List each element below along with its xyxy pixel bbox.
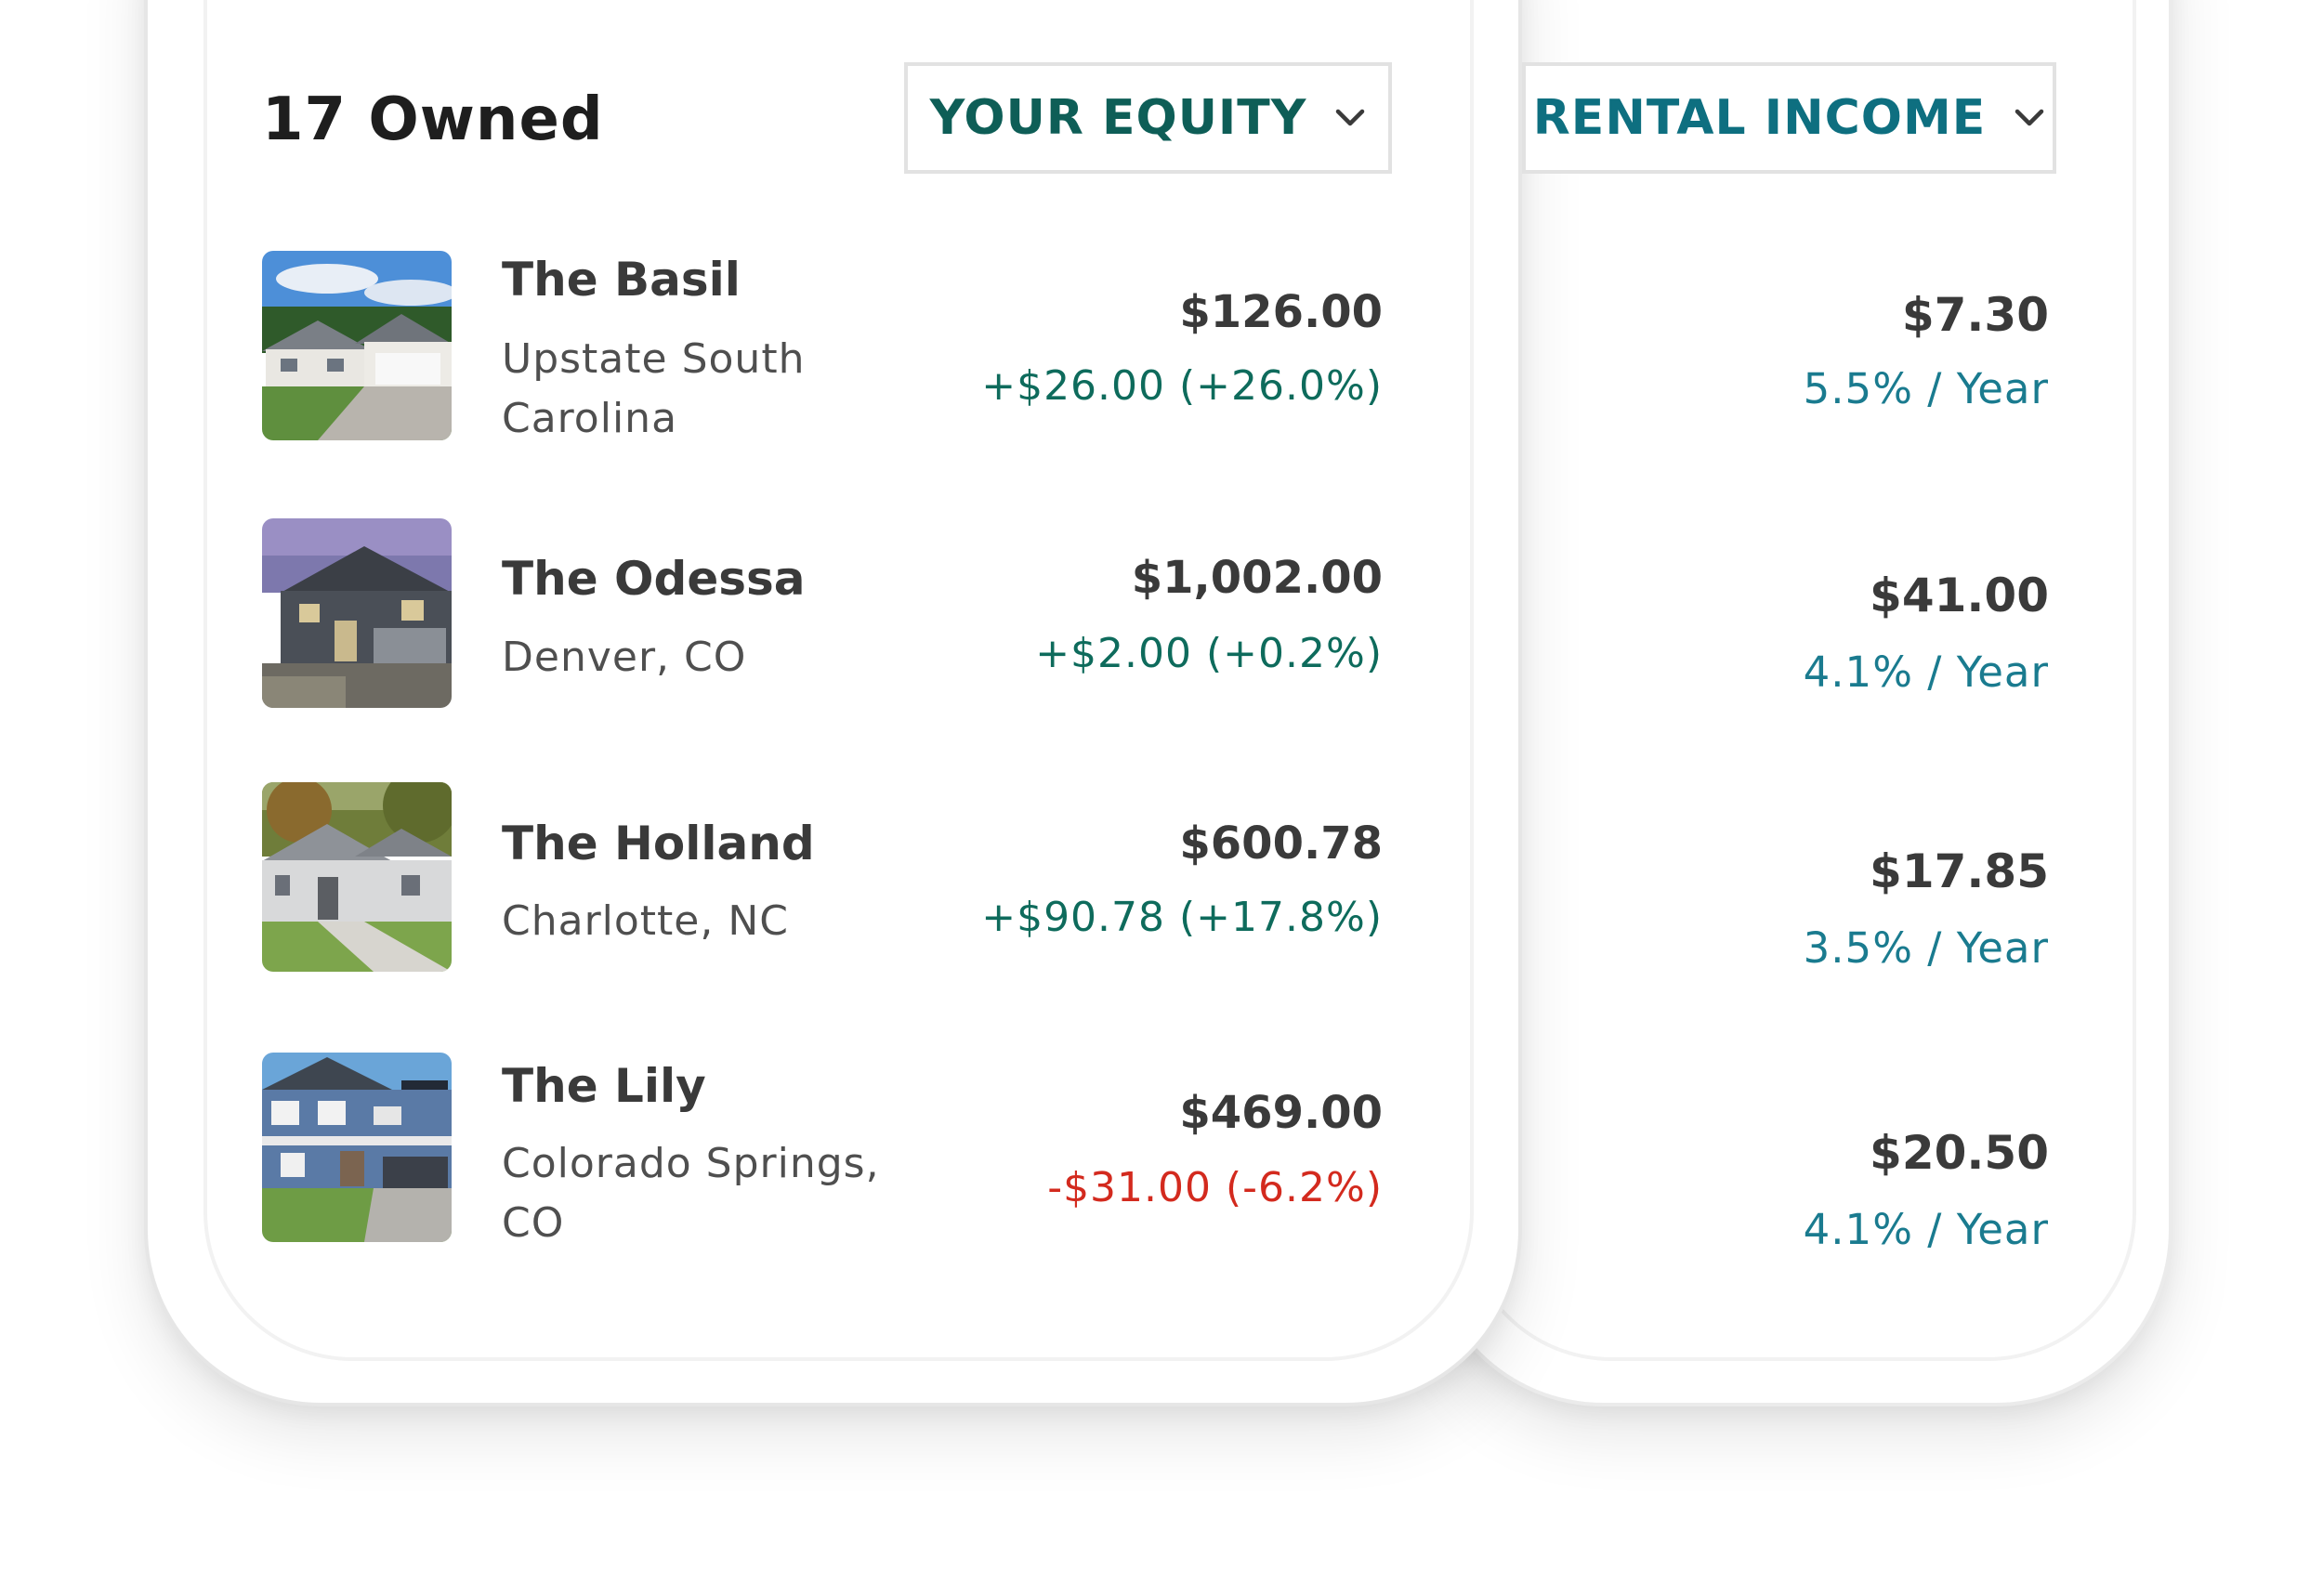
equity-change-holland: +$90.78 (+17.8%) [981, 894, 1383, 941]
property-location-lily: Colorado Springs, CO [502, 1140, 880, 1247]
equity-sort-dropdown[interactable]: YOUR EQUITY [904, 62, 1392, 174]
property-name-holland[interactable]: The Holland [502, 817, 815, 870]
equity-change-basil: +$26.00 (+26.0%) [981, 362, 1383, 410]
rental-income-basil: $7.30 [1901, 288, 2049, 342]
property-location-odessa: Denver, CO [502, 634, 747, 681]
equity-value-odessa: $1,002.00 [1131, 552, 1383, 604]
house-photo-basil[interactable] [262, 251, 452, 440]
house-photo-holland[interactable] [262, 782, 452, 972]
property-name-lily[interactable]: The Lily [502, 1059, 706, 1113]
property-name-odessa[interactable]: The Odessa [502, 552, 806, 606]
equity-value-lily: $469.00 [1179, 1087, 1383, 1139]
chevron-down-icon [2015, 109, 2044, 126]
rental-yield-basil: 5.5% / Year [1803, 364, 2049, 413]
rental-income-lily: $20.50 [1870, 1126, 2049, 1180]
property-name-basil[interactable]: The Basil [502, 253, 741, 307]
equity-change-odessa: +$2.00 (+0.2%) [1035, 630, 1383, 677]
property-location-holland: Charlotte, NC [502, 897, 789, 945]
equity-value-holland: $600.78 [1179, 818, 1383, 870]
property-location-basil: Upstate South Carolina [502, 335, 806, 442]
equity-value-basil: $126.00 [1179, 286, 1383, 338]
equity-change-lily: -$31.00 (-6.2%) [1047, 1164, 1383, 1211]
chevron-down-icon [1336, 109, 1365, 126]
rental-yield-lily: 4.1% / Year [1803, 1205, 2049, 1254]
rental-dropdown-label: RENTAL INCOME [1532, 90, 1987, 146]
rental-income-holland: $17.85 [1870, 844, 2049, 898]
house-photo-odessa[interactable] [262, 518, 452, 708]
rental-income-odessa: $41.00 [1870, 569, 2049, 622]
rental-yield-odessa: 4.1% / Year [1803, 648, 2049, 697]
rental-sort-dropdown[interactable]: RENTAL INCOME [1522, 62, 2056, 174]
owned-count-title: 17 Owned [262, 85, 604, 154]
house-photo-lily[interactable] [262, 1053, 452, 1242]
rental-phone-frame [1426, 0, 2172, 1406]
rental-yield-holland: 3.5% / Year [1803, 923, 2049, 973]
equity-dropdown-label: YOUR EQUITY [929, 90, 1307, 146]
